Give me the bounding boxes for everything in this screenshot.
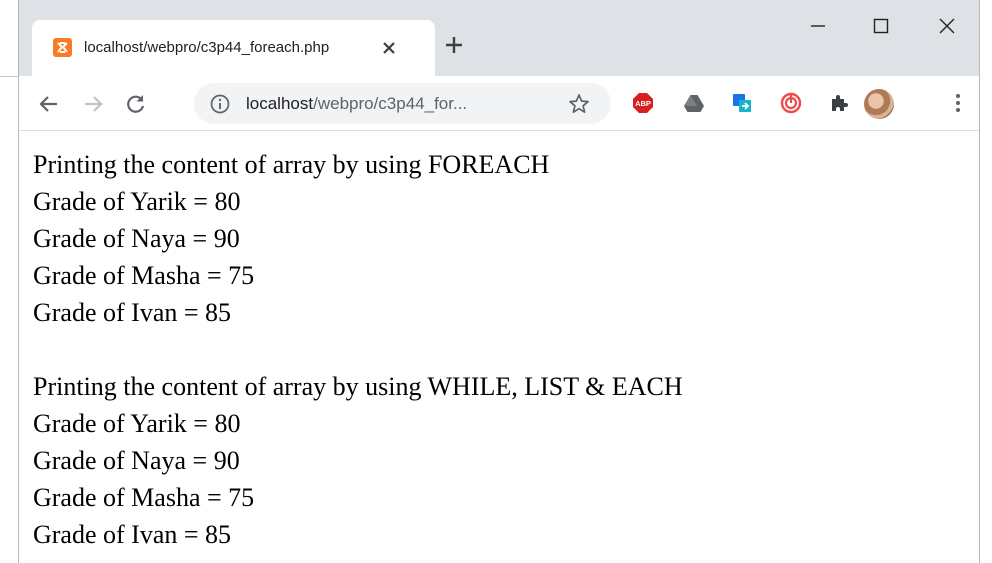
address-bar[interactable]: localhost/webpro/c3p44_for... bbox=[194, 83, 611, 124]
reload-icon[interactable] bbox=[122, 90, 150, 118]
section2-line: Grade of Masha = 75 bbox=[33, 483, 255, 512]
adblock-plus-icon[interactable]: ABP bbox=[629, 89, 657, 117]
section1-line: Grade of Masha = 75 bbox=[33, 261, 255, 290]
profile-avatar[interactable] bbox=[864, 89, 894, 119]
section2-line: Grade of Ivan = 85 bbox=[33, 520, 232, 549]
section1-line: Grade of Yarik = 80 bbox=[33, 187, 241, 216]
minimize-button[interactable] bbox=[795, 10, 841, 42]
tab-title: localhost/webpro/c3p44_foreach.php bbox=[84, 39, 330, 56]
tab-title-fade bbox=[344, 32, 374, 64]
xampp-favicon-icon bbox=[53, 38, 72, 57]
active-tab[interactable]: localhost/webpro/c3p44_foreach.php bbox=[32, 20, 435, 76]
back-arrow-icon[interactable] bbox=[35, 90, 63, 118]
forward-arrow-icon[interactable] bbox=[79, 90, 107, 118]
browser-toolbar: localhost/webpro/c3p44_for... ABP bbox=[19, 76, 979, 131]
abp-label: ABP bbox=[635, 99, 651, 108]
google-drive-icon[interactable] bbox=[680, 89, 708, 117]
page-content: Printing the content of array by using F… bbox=[19, 131, 979, 563]
address-host: localhost bbox=[246, 94, 314, 113]
section2-line: Grade of Naya = 90 bbox=[33, 446, 240, 475]
bookmark-star-icon[interactable] bbox=[567, 92, 591, 116]
extensions-puzzle-icon[interactable] bbox=[825, 89, 853, 117]
close-window-button[interactable] bbox=[924, 10, 970, 42]
cast-screen-icon[interactable] bbox=[728, 89, 756, 117]
section1-line: Grade of Ivan = 85 bbox=[33, 298, 232, 327]
desktop-left-edge bbox=[0, 0, 18, 563]
address-path: /webpro/c3p44_for... bbox=[313, 94, 468, 113]
tab-close-icon[interactable] bbox=[378, 37, 400, 59]
more-menu-icon[interactable] bbox=[944, 89, 972, 117]
browser-window: localhost/webpro/c3p44_foreach.php local… bbox=[18, 0, 980, 563]
address-url[interactable]: localhost/webpro/c3p44_for... bbox=[246, 92, 467, 116]
new-tab-button[interactable] bbox=[442, 33, 466, 57]
maximize-button[interactable] bbox=[858, 10, 904, 42]
tab-strip: localhost/webpro/c3p44_foreach.php bbox=[19, 0, 979, 76]
section1-heading: Printing the content of array by using F… bbox=[33, 150, 550, 179]
desktop-divider bbox=[0, 76, 18, 77]
desktop-right-edge bbox=[980, 0, 992, 563]
section2-heading: Printing the content of array by using W… bbox=[33, 372, 683, 401]
spiral-extension-icon[interactable] bbox=[777, 89, 805, 117]
section2-line: Grade of Yarik = 80 bbox=[33, 409, 241, 438]
site-info-icon[interactable] bbox=[209, 93, 231, 115]
section1-line: Grade of Naya = 90 bbox=[33, 224, 240, 253]
